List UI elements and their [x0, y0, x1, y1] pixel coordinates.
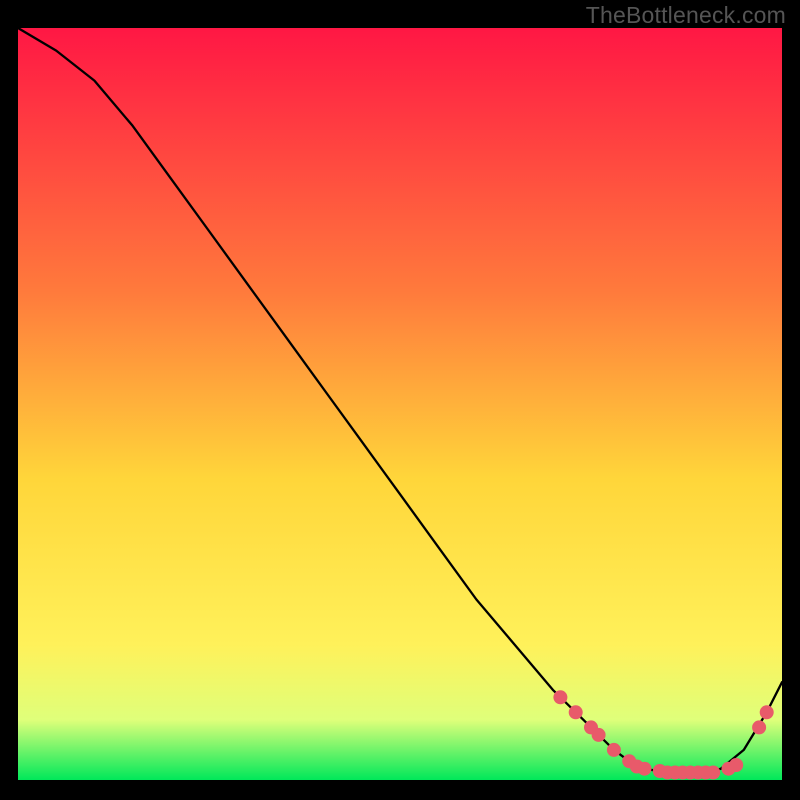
marker-point [729, 758, 743, 772]
marker-point [607, 743, 621, 757]
marker-point [760, 705, 774, 719]
chart-svg [18, 28, 782, 780]
marker-point [752, 720, 766, 734]
gradient-background [18, 28, 782, 780]
marker-point [638, 762, 652, 776]
chart-plot-area [18, 28, 782, 780]
marker-point [569, 705, 583, 719]
watermark-text: TheBottleneck.com [586, 2, 786, 29]
chart-frame: TheBottleneck.com [0, 0, 800, 800]
marker-point [592, 728, 606, 742]
marker-point [553, 690, 567, 704]
marker-point [706, 766, 720, 780]
